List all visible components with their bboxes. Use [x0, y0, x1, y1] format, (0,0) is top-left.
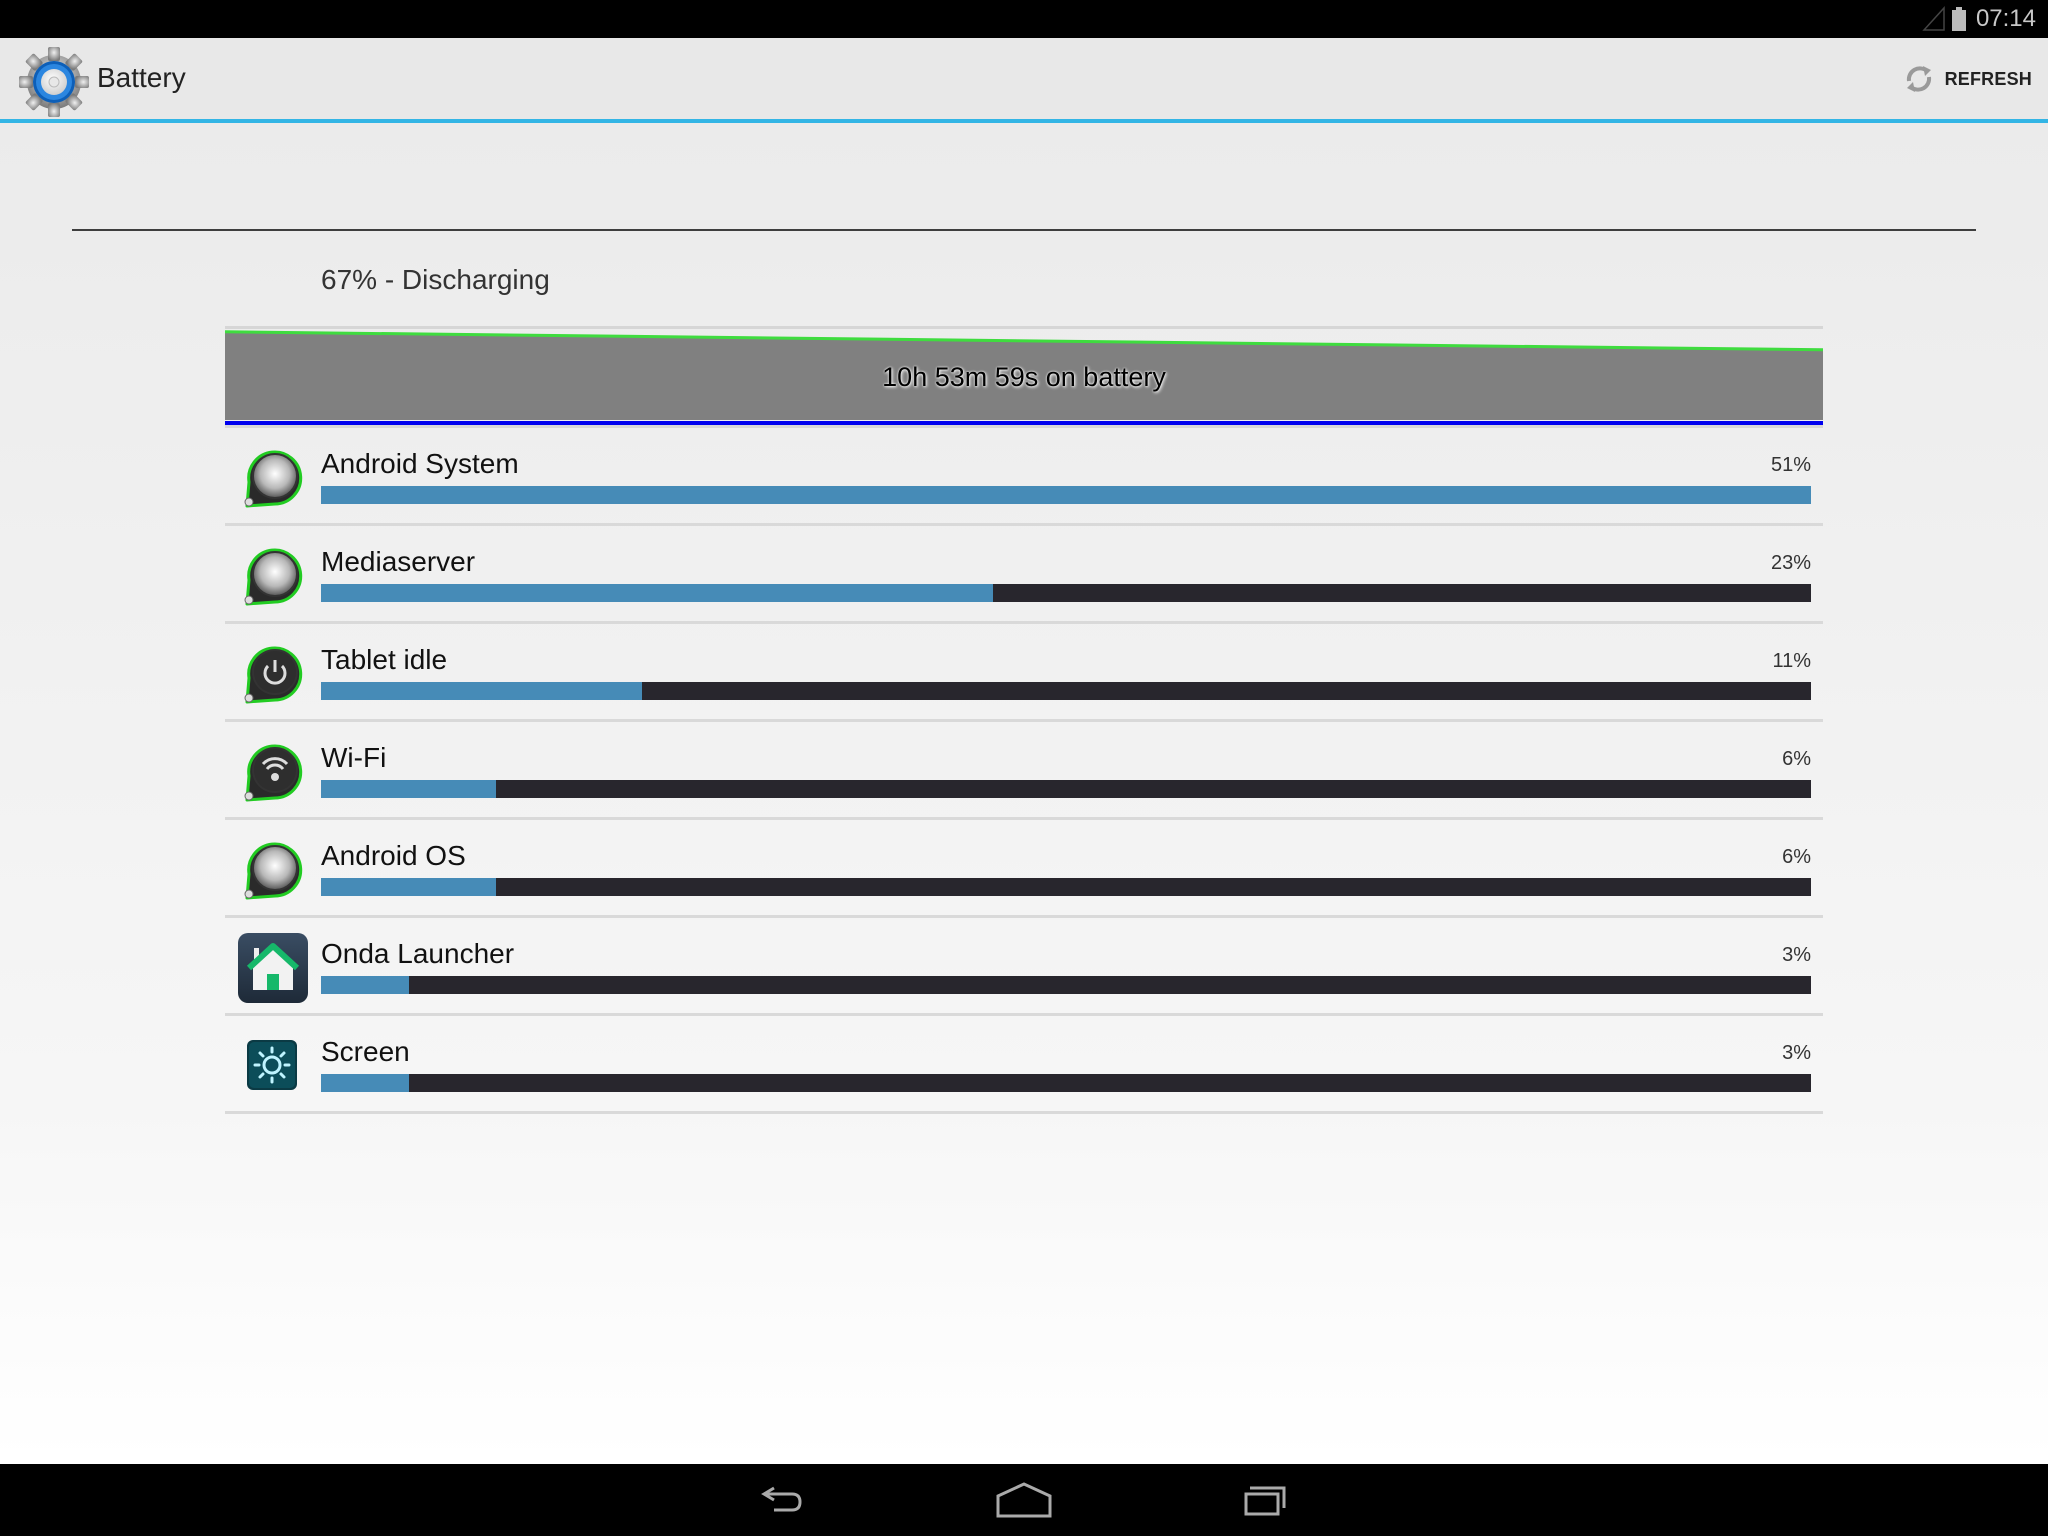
settings-gear-icon[interactable]: [18, 46, 90, 118]
usage-progress-fill: [321, 1074, 409, 1092]
recent-apps-icon: [1244, 1486, 1286, 1516]
usage-item-name: Wi-Fi: [321, 742, 387, 773]
refresh-icon: [1906, 66, 1931, 92]
mediaserver-icon: [237, 540, 309, 612]
back-icon: [761, 1486, 802, 1512]
usage-item-percent: 51%: [1770, 454, 1811, 476]
battery-history-graph[interactable]: 10h 53m 59s on battery: [225, 328, 1823, 420]
usage-item-percent: 3%: [1782, 1042, 1811, 1064]
header-divider: [72, 229, 1976, 231]
usage-progress-fill: [321, 682, 643, 700]
battery-usage-list: Android System 51% Mediaserver 23% Table…: [225, 428, 1823, 1114]
status-bar: 07:14: [0, 0, 2048, 38]
wifi-icon: [237, 736, 309, 808]
usage-progress-fill: [321, 780, 497, 798]
action-bar: Battery REFRESH: [0, 38, 2048, 120]
page-title: Battery: [97, 62, 186, 93]
power-icon: [237, 638, 309, 710]
usage-progress-bar: [321, 976, 1811, 994]
usage-item-name: Onda Launcher: [321, 938, 515, 969]
usage-row-mediaserver[interactable]: Mediaserver 23%: [225, 526, 1823, 624]
android-system-icon: [237, 442, 309, 514]
refresh-label: REFRESH: [1944, 68, 2032, 89]
usage-row-wi-fi[interactable]: Wi-Fi 6%: [225, 722, 1823, 820]
battery-status-summary: 67% - Discharging: [321, 264, 550, 295]
usage-progress-fill: [321, 584, 993, 602]
refresh-button[interactable]: REFRESH: [1895, 54, 2038, 104]
status-icons: 07:14: [1922, 0, 2036, 38]
usage-item-percent: 11%: [1772, 650, 1811, 672]
usage-row-android-os[interactable]: Android OS 6%: [225, 820, 1823, 918]
recent-apps-button[interactable]: [1228, 1474, 1308, 1526]
usage-progress-bar: [321, 780, 1811, 798]
usage-progress-fill: [321, 976, 409, 994]
action-bar-divider: [0, 119, 2048, 123]
usage-progress-bar: [321, 1074, 1811, 1092]
usage-item-name: Tablet idle: [321, 644, 448, 675]
battery-icon: [1951, 7, 1966, 31]
usage-item-percent: 23%: [1770, 552, 1811, 574]
usage-item-percent: 6%: [1782, 748, 1811, 770]
usage-row-tablet-idle[interactable]: Tablet idle 11%: [225, 624, 1823, 722]
launcher-home-icon: [237, 932, 309, 1004]
navigation-bar: [0, 1464, 2048, 1536]
usage-progress-bar: [321, 878, 1811, 896]
usage-progress-fill: [321, 878, 497, 896]
usage-row-screen[interactable]: Screen 3%: [225, 1016, 1823, 1114]
time-on-battery-label: 10h 53m 59s on battery: [882, 362, 1166, 392]
usage-progress-bar: [321, 584, 1811, 602]
usage-row-android-system[interactable]: Android System 51%: [225, 428, 1823, 526]
usage-item-name: Mediaserver: [321, 546, 476, 577]
usage-item-percent: 6%: [1782, 846, 1811, 868]
usage-item-name: Screen: [321, 1036, 410, 1067]
usage-item-name: Android OS: [321, 840, 466, 871]
screen-brightness-icon: [237, 1030, 309, 1102]
clock: 07:14: [1975, 5, 2036, 32]
usage-item-name: Android System: [321, 448, 519, 479]
home-icon: [996, 1482, 1052, 1518]
signal-icon: [1922, 6, 1945, 31]
usage-progress-bar: [321, 682, 1811, 700]
usage-row-onda-launcher[interactable]: Onda Launcher 3%: [225, 918, 1823, 1016]
home-button[interactable]: [984, 1474, 1064, 1526]
android-os-icon: [237, 834, 309, 906]
usage-progress-fill: [321, 486, 1811, 504]
usage-progress-bar: [321, 486, 1811, 504]
back-button[interactable]: [742, 1474, 822, 1526]
usage-item-percent: 3%: [1782, 944, 1811, 966]
